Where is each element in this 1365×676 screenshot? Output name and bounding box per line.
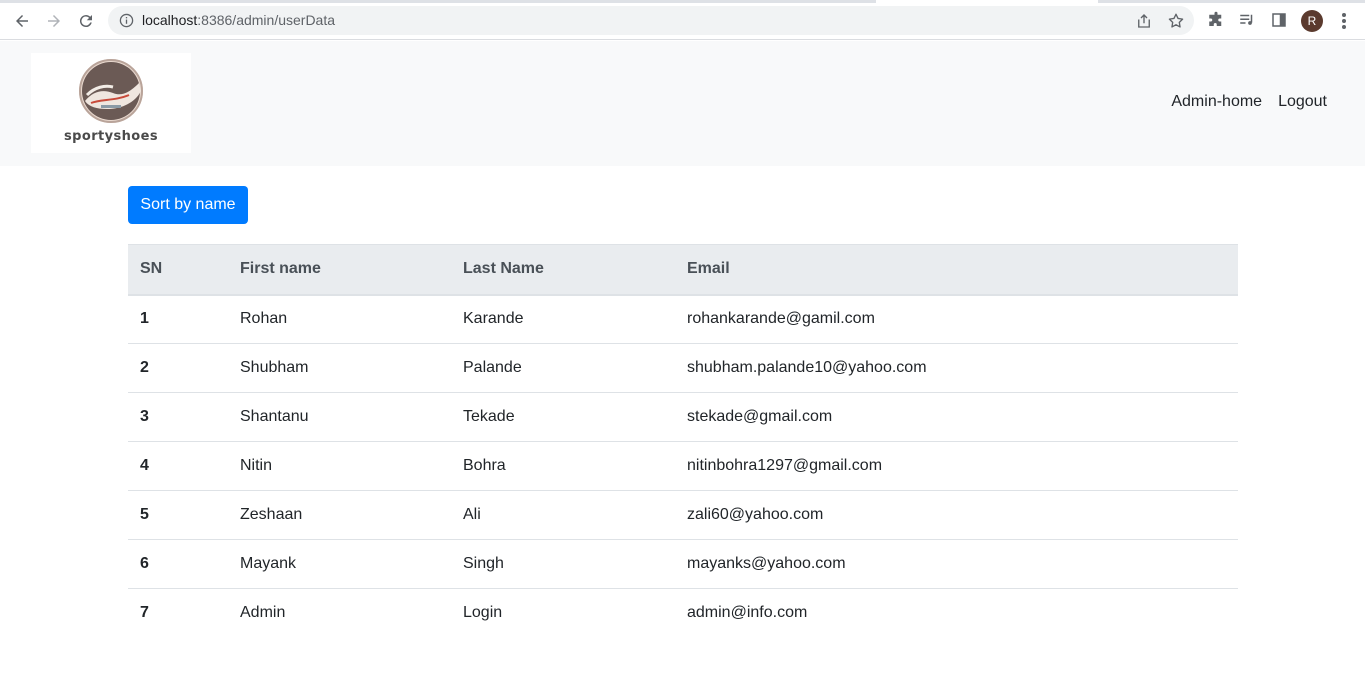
brand-logo[interactable]: sportyshoes xyxy=(31,53,191,153)
share-icon[interactable] xyxy=(1135,12,1153,30)
tab-strip xyxy=(0,0,1365,3)
table-row: 5 Zeshaan Ali zali60@yahoo.com xyxy=(128,490,1238,540)
header-last-name: Last Name xyxy=(451,244,675,296)
cell-first-name: Rohan xyxy=(240,310,288,328)
cell-email: admin@info.com xyxy=(675,588,1238,638)
cell-email: mayanks@yahoo.com xyxy=(675,539,1238,589)
cell-sn: 3 xyxy=(128,392,228,442)
cell-sn: 2 xyxy=(128,343,228,393)
cell-first-name: Zeshaan xyxy=(228,490,451,540)
nav-link-admin-home[interactable]: Admin-home xyxy=(1171,93,1262,111)
cell-sn: 4 xyxy=(128,441,228,491)
reload-button[interactable] xyxy=(75,10,97,32)
bookmark-star-icon[interactable] xyxy=(1167,12,1185,30)
table-row: 4 Nitin Bohra nitinbohra1297@gmail.com xyxy=(128,441,1238,491)
cell-sn: 5 xyxy=(128,490,228,540)
cell-first-name: Shantanu xyxy=(228,392,451,442)
extensions-puzzle-icon[interactable] xyxy=(1207,11,1225,29)
url-text[interactable]: localhost:8386/admin/userData xyxy=(142,12,335,28)
header-email: Email xyxy=(675,244,1238,296)
cell-sn: 6 xyxy=(128,539,228,589)
table-row: 1 Rohan Karande rohankarande@gamil.com xyxy=(128,295,1238,344)
more-menu-icon[interactable] xyxy=(1336,11,1352,31)
cell-first-name: Shubham xyxy=(228,343,451,393)
brand-name: sportyshoes xyxy=(64,129,158,144)
cell-first-name: Admin xyxy=(228,588,451,638)
forward-button[interactable] xyxy=(43,10,65,32)
table-row: 7 Admin Login admin@info.com xyxy=(128,588,1238,638)
site-navbar: sportyshoes Admin-home Logout xyxy=(0,41,1365,166)
cell-last-name: Tekade xyxy=(451,392,675,442)
cell-last-name: Ali xyxy=(451,490,675,540)
info-icon[interactable] xyxy=(119,13,134,28)
reload-icon xyxy=(79,15,92,28)
media-playlist-icon[interactable] xyxy=(1238,11,1256,29)
table-row: 3 Shantanu Tekade stekade@gmail.com xyxy=(128,392,1238,442)
browser-toolbar: localhost:8386/admin/userData R xyxy=(0,0,1365,40)
table-row: 6 Mayank Singh mayanks@yahoo.com xyxy=(128,539,1238,589)
cell-email: rohankarande@gamil.com xyxy=(687,310,875,328)
cell-last-name: Singh xyxy=(451,539,675,589)
sort-by-name-button[interactable]: Sort by name xyxy=(128,186,248,224)
profile-avatar[interactable]: R xyxy=(1301,10,1323,32)
back-button[interactable] xyxy=(11,10,33,32)
cell-last-name: Bohra xyxy=(451,441,675,491)
cell-sn: 7 xyxy=(128,588,228,638)
side-panel-icon[interactable] xyxy=(1270,11,1288,29)
arrow-right-icon xyxy=(48,15,60,27)
cell-email: zali60@yahoo.com xyxy=(675,490,1238,540)
shoe-logo-icon xyxy=(79,59,143,123)
cell-last-name: Palande xyxy=(451,343,675,393)
cell-first-name: Nitin xyxy=(228,441,451,491)
cell-sn: 1 xyxy=(140,310,149,328)
table-body: 1 Rohan Karande rohankarande@gamil.com 2… xyxy=(128,295,1238,638)
header-sn: SN xyxy=(128,244,228,296)
nav-links: Admin-home Logout xyxy=(1171,93,1327,111)
cell-email: nitinbohra1297@gmail.com xyxy=(675,441,1238,491)
address-bar[interactable]: localhost:8386/admin/userData xyxy=(108,6,1194,35)
cell-email: shubham.palande10@yahoo.com xyxy=(675,343,1238,393)
header-first-name: First name xyxy=(228,244,451,296)
cell-last-name: Login xyxy=(451,588,675,638)
cell-first-name: Mayank xyxy=(228,539,451,589)
table-header: SN First name Last Name Email xyxy=(128,244,1238,296)
users-table: SN First name Last Name Email 1 Rohan Ka… xyxy=(128,244,1238,638)
cell-email: stekade@gmail.com xyxy=(675,392,1238,442)
arrow-left-icon xyxy=(16,15,28,27)
nav-link-logout[interactable]: Logout xyxy=(1278,93,1327,111)
table-row: 2 Shubham Palande shubham.palande10@yaho… xyxy=(128,343,1238,393)
cell-last-name: Karande xyxy=(463,310,524,328)
